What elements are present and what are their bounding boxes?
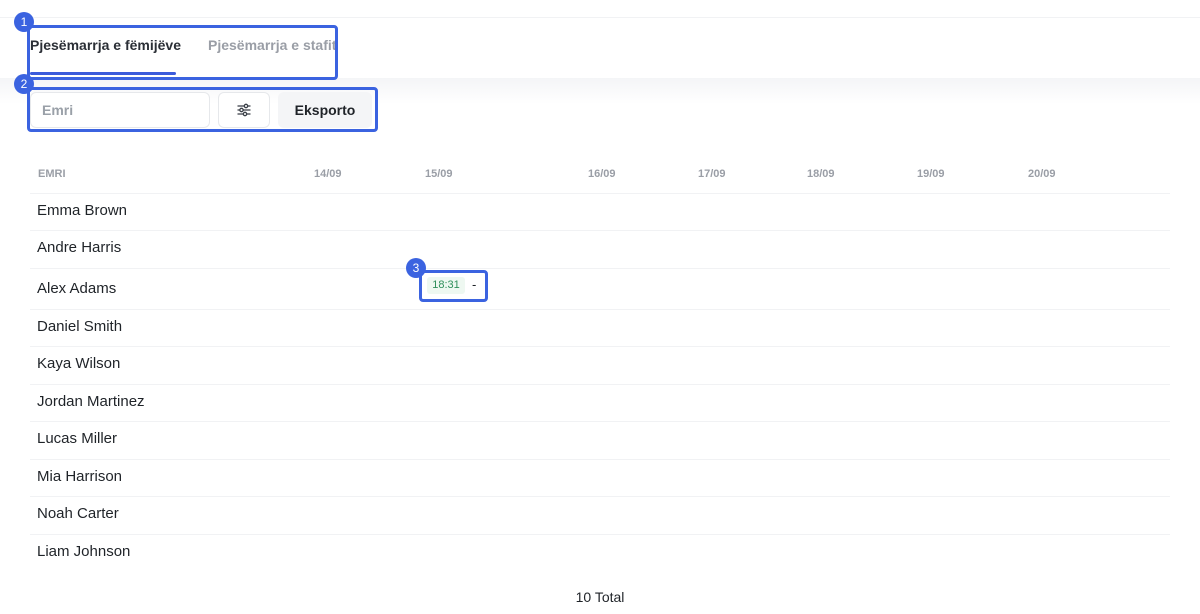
column-header-date: 17/09	[698, 168, 726, 180]
annotation-badge: 1	[14, 12, 34, 32]
table-row: Jordan Martinez	[30, 384, 1170, 421]
child-name: Noah Carter	[37, 505, 119, 522]
table-row: Liam Johnson	[30, 534, 1170, 571]
annotation-badge: 2	[14, 74, 34, 94]
annotation-badge: 3	[406, 258, 426, 278]
column-header-name: EMRI	[38, 168, 66, 180]
tab-children-attendance[interactable]: Pjesëmarrja e fëmijëve	[30, 37, 181, 53]
child-name: Kaya Wilson	[37, 355, 121, 372]
export-button[interactable]: Eksporto	[278, 92, 372, 128]
active-tab-indicator	[30, 72, 176, 75]
column-header-date: 15/09	[425, 168, 453, 180]
table-row: Emma Brown	[30, 193, 1170, 230]
attendance-tabs: Pjesëmarrja e fëmijëve Pjesëmarrja e sta…	[30, 28, 336, 78]
top-divider	[0, 17, 1200, 18]
column-header-date: 18/09	[807, 168, 835, 180]
column-header-date: 16/09	[588, 168, 616, 180]
child-name: Daniel Smith	[37, 318, 123, 335]
column-header-date: 14/09	[314, 168, 342, 180]
table-row: Andre Harris	[30, 230, 1170, 267]
child-name: Alex Adams	[37, 280, 117, 297]
table-row: Mia Harrison	[30, 459, 1170, 496]
table-row: Alex Adams	[30, 268, 1170, 309]
total-count: 10 Total	[575, 589, 625, 605]
child-name: Emma Brown	[37, 202, 128, 219]
table-row: Lucas Miller	[30, 421, 1170, 458]
child-name: Andre Harris	[37, 239, 122, 256]
column-header-date: 20/09	[1028, 168, 1056, 180]
child-name: Lucas Miller	[37, 430, 118, 447]
table-row: Kaya Wilson	[30, 346, 1170, 383]
child-name: Mia Harrison	[37, 468, 123, 485]
check-in-time: 18:31	[427, 277, 465, 294]
check-out-time: -	[472, 277, 477, 292]
toolbar: Eksporto	[30, 90, 375, 130]
table-row: Noah Carter	[30, 496, 1170, 533]
filter-button[interactable]	[218, 92, 270, 128]
table-row: Daniel Smith	[30, 309, 1170, 346]
sliders-icon	[237, 103, 251, 117]
child-name: Jordan Martinez	[37, 393, 145, 410]
attendance-entry[interactable]: 18:31 -	[423, 274, 485, 298]
search-field	[30, 92, 210, 128]
column-header-date: 19/09	[917, 168, 945, 180]
tab-staff-attendance[interactable]: Pjesëmarrja e stafit	[208, 37, 336, 53]
child-name: Liam Johnson	[37, 543, 131, 560]
name-search-input[interactable]	[31, 93, 209, 127]
